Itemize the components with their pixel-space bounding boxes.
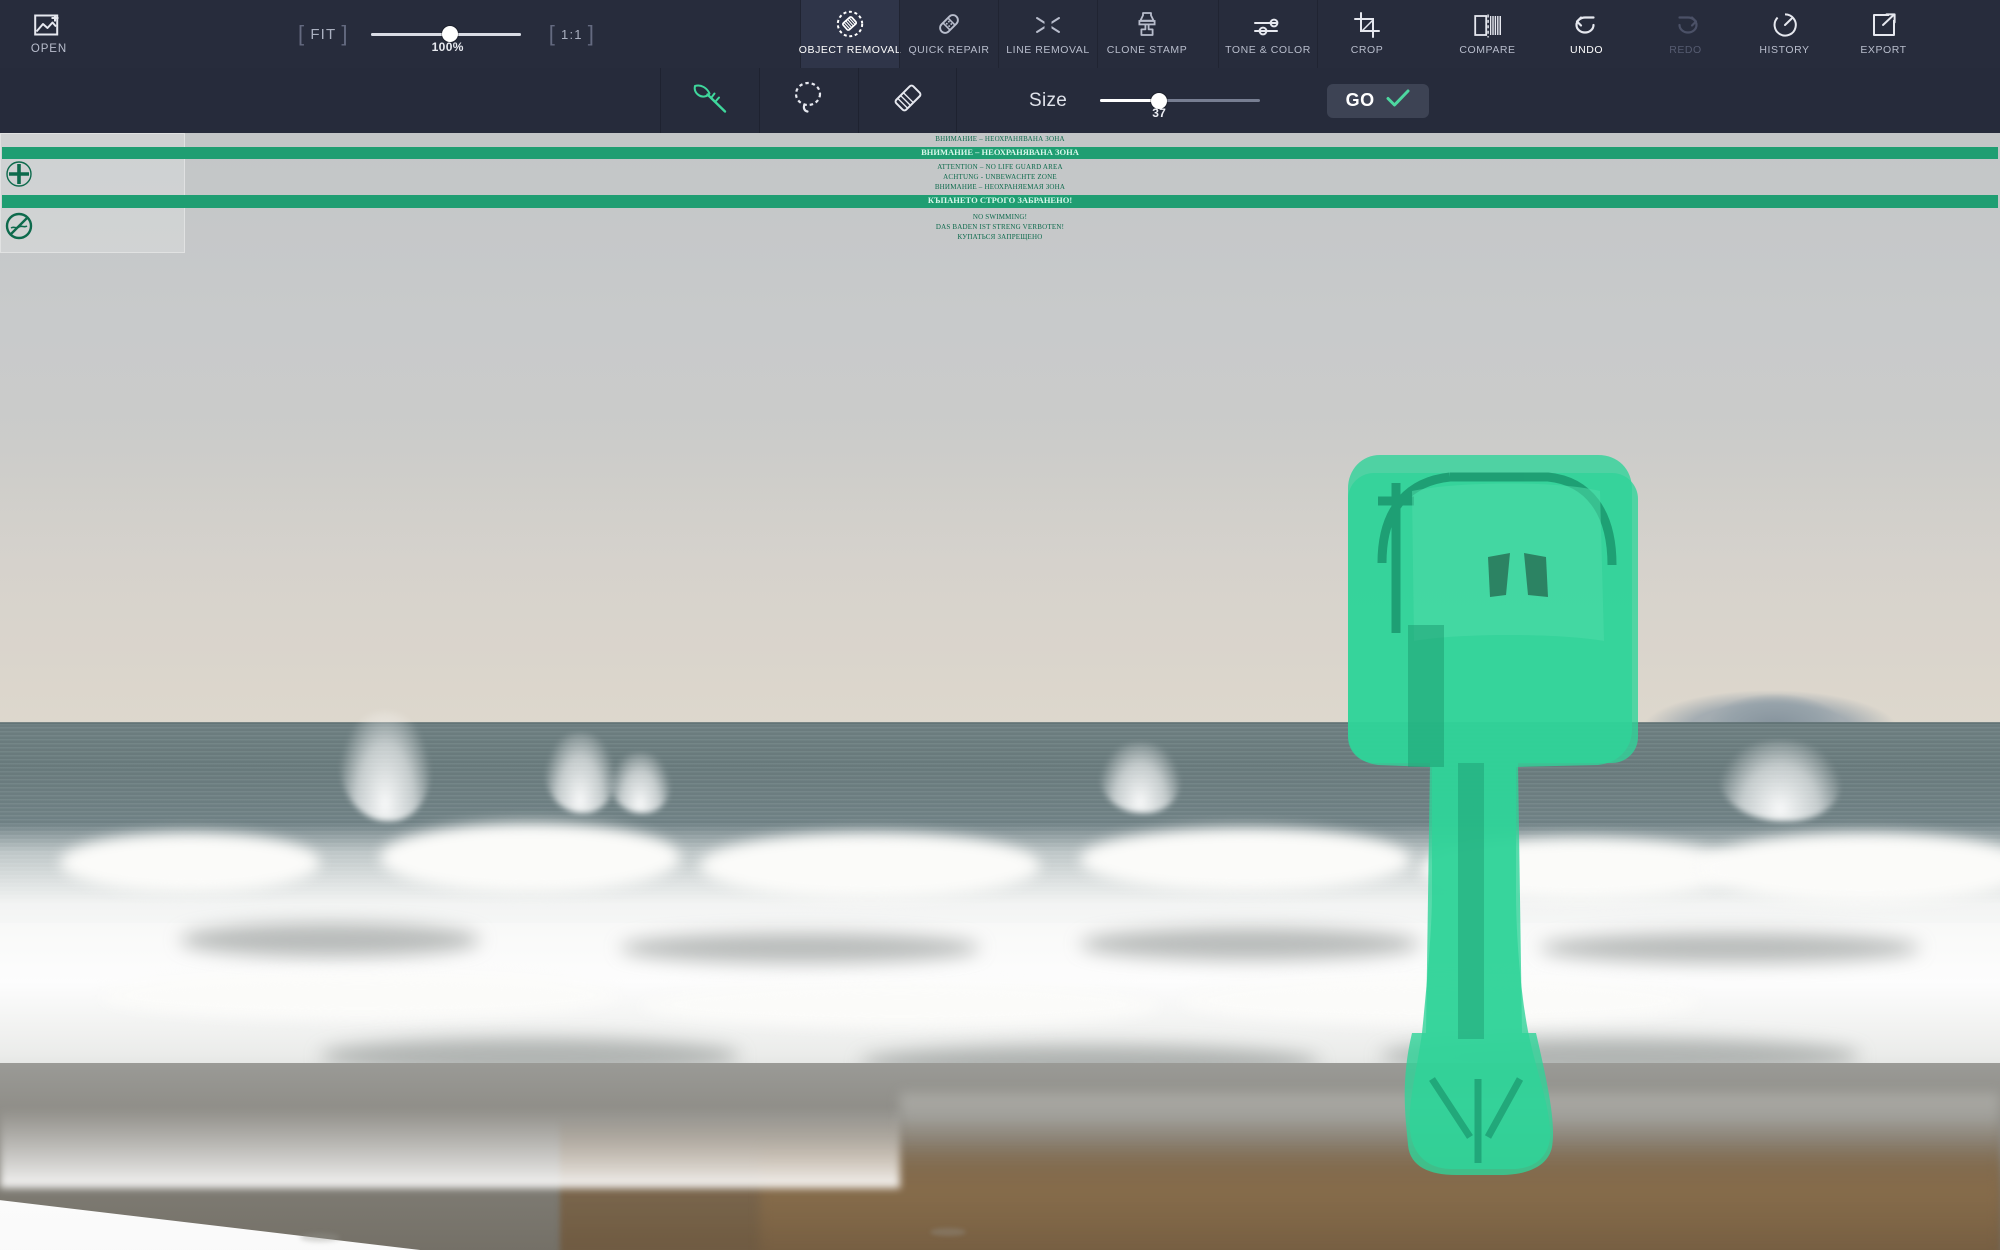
foam xyxy=(60,833,320,893)
wave-spray xyxy=(1720,741,1840,821)
export-button[interactable]: EXPORT xyxy=(1834,0,1933,68)
tab-label: OBJECT REMOVAL xyxy=(799,45,901,56)
snow-blend-band xyxy=(0,1108,900,1188)
size-label: Size xyxy=(1029,90,1067,112)
redo-button: REDO xyxy=(1636,0,1735,68)
tab-label: CLONE STAMP xyxy=(1107,45,1188,56)
foam-shadow xyxy=(180,923,480,957)
tab-label: TONE & COLOR xyxy=(1225,45,1311,56)
crop-icon xyxy=(1354,12,1380,38)
zoom-value: 100% xyxy=(363,40,533,54)
foam-shadow xyxy=(1080,928,1420,960)
compare-button[interactable]: COMPARE xyxy=(1438,0,1537,68)
toolbar-divider xyxy=(1416,0,1438,68)
size-value: 37 xyxy=(1152,106,1166,120)
photo-beach-sea xyxy=(0,133,2000,1250)
bracket-left: [ xyxy=(298,23,305,45)
app-window: OPEN [ FIT ] 100% [ 1:1 xyxy=(0,0,2000,1250)
compare-label: COMPARE xyxy=(1459,45,1515,56)
go-button[interactable]: GO xyxy=(1327,84,1429,118)
redo-label: REDO xyxy=(1669,45,1702,56)
foam xyxy=(380,823,680,893)
wave-spray xyxy=(1100,743,1180,813)
image-add-icon xyxy=(34,13,64,39)
fit-button[interactable]: [ FIT ] xyxy=(298,23,349,45)
line-removal-icon xyxy=(1033,12,1063,38)
foam xyxy=(640,983,1160,1027)
object-removal-icon xyxy=(836,12,864,38)
export-label: EXPORT xyxy=(1860,45,1906,56)
topbar-tabs: OBJECT REMOVAL xyxy=(800,0,2000,68)
zoom-slider[interactable]: 100% xyxy=(371,14,521,54)
size-slider-track xyxy=(1100,99,1260,102)
open-button[interactable]: OPEN xyxy=(0,0,98,68)
wave-spray xyxy=(610,753,670,813)
eraser-icon xyxy=(886,78,930,123)
options-toolbar: Size 37 GO xyxy=(0,68,2000,133)
history-button[interactable]: HISTORY xyxy=(1735,0,1834,68)
tab-tone-and-color[interactable]: TONE & COLOR xyxy=(1218,0,1317,68)
wave-spray xyxy=(545,733,615,813)
tab-label: LINE REMOVAL xyxy=(1006,45,1089,56)
undo-label: UNDO xyxy=(1570,45,1603,56)
snow-speck xyxy=(930,1228,966,1236)
fit-label: FIT xyxy=(310,26,336,43)
tab-clone-stamp[interactable]: CLONE STAMP xyxy=(1097,0,1196,68)
topbar-left-group: OPEN [ FIT ] 100% [ 1:1 xyxy=(0,0,800,68)
foam xyxy=(700,833,1040,899)
lasso-icon xyxy=(788,78,830,123)
foam xyxy=(1420,838,1740,900)
one-to-one-label: 1:1 xyxy=(561,27,583,42)
brush-tool-button[interactable] xyxy=(660,68,759,133)
bandage-icon xyxy=(935,12,963,38)
compare-split-icon xyxy=(1474,12,1502,38)
check-icon xyxy=(1385,88,1411,113)
tab-label: QUICK REPAIR xyxy=(908,45,989,56)
image-canvas[interactable]: ВНИМАНИЕ – НЕОХРАНЯВАНА ЗОНА ВНИМАНИЕ – … xyxy=(0,133,2000,1250)
zoom-controls: [ FIT ] 100% [ 1:1 ] xyxy=(298,14,595,54)
toolbar-divider xyxy=(1196,0,1218,68)
bracket-left: [ xyxy=(549,23,556,45)
top-toolbar: OPEN [ FIT ] 100% [ 1:1 xyxy=(0,0,2000,68)
foam-shadow xyxy=(1540,933,1920,963)
lasso-tool-button[interactable] xyxy=(759,68,858,133)
distant-headland-peak xyxy=(1690,681,1860,727)
paint-brush-icon xyxy=(687,78,733,123)
wave-spray xyxy=(340,711,430,821)
horizon-line xyxy=(0,722,2000,724)
open-label: OPEN xyxy=(31,44,67,56)
foam-shadow xyxy=(620,933,980,963)
tab-label: CROP xyxy=(1351,45,1384,56)
size-slider[interactable]: 37 xyxy=(1100,81,1260,121)
undo-arrow-icon xyxy=(1573,12,1601,38)
go-label: GO xyxy=(1346,90,1375,111)
options-spacer xyxy=(0,68,660,133)
foam xyxy=(100,973,620,1019)
tab-line-removal[interactable]: LINE REMOVAL xyxy=(998,0,1097,68)
export-share-icon xyxy=(1871,12,1897,38)
sliders-icon xyxy=(1253,12,1283,38)
one-to-one-button[interactable]: [ 1:1 ] xyxy=(549,23,595,45)
foam xyxy=(1080,828,1410,892)
foam xyxy=(1180,978,1700,1024)
history-clock-icon xyxy=(1772,12,1798,38)
tab-object-removal[interactable]: OBJECT REMOVAL xyxy=(800,0,899,68)
undo-button[interactable]: UNDO xyxy=(1537,0,1636,68)
history-label: HISTORY xyxy=(1759,45,1809,56)
bracket-right: ] xyxy=(341,23,348,45)
redo-arrow-icon xyxy=(1672,12,1700,38)
tab-quick-repair[interactable]: QUICK REPAIR xyxy=(899,0,998,68)
eraser-tool-button[interactable] xyxy=(858,68,957,133)
tab-crop[interactable]: CROP xyxy=(1317,0,1416,68)
clone-stamp-icon xyxy=(1134,12,1160,38)
bracket-right: ] xyxy=(588,23,595,45)
snow-speck xyxy=(300,1233,340,1242)
